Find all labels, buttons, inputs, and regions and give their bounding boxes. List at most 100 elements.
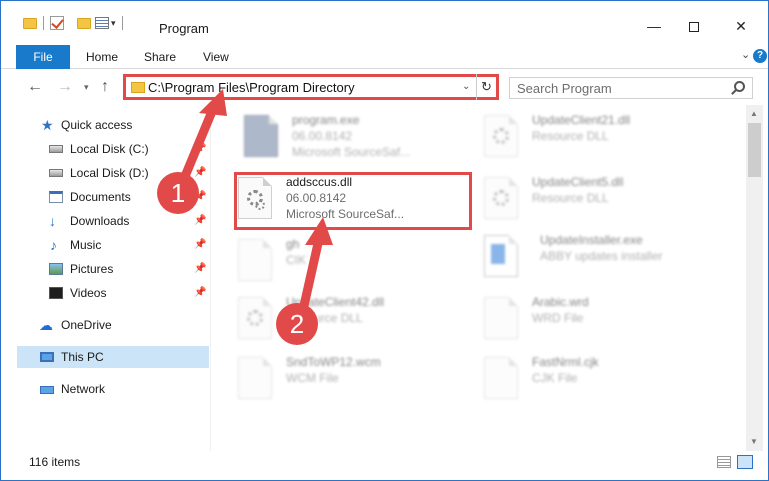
sidebar-item-network[interactable]: Network: [1, 378, 209, 400]
recent-locations-chevron-icon[interactable]: ▾: [84, 82, 89, 93]
scroll-thumb[interactable]: [748, 123, 761, 177]
gear-icon: [247, 310, 263, 326]
callout-badge-2: 2: [276, 303, 318, 345]
file-type: Resource DLL: [532, 129, 609, 143]
file-item-updateclient21-dll[interactable]: UpdateClient21.dll Resource DLL: [484, 113, 724, 165]
sidebar-item-label: Music: [70, 238, 102, 252]
ribbon-tabs: File Home Share View ⌄ ?: [1, 45, 768, 69]
up-button[interactable]: ↑: [101, 78, 109, 96]
drive-icon: [49, 169, 63, 177]
close-button[interactable]: ✕: [726, 13, 756, 39]
sidebar-item-quick-access[interactable]: ★ Quick access: [1, 114, 209, 136]
maximize-button[interactable]: [679, 13, 709, 39]
callout-badge-1: 1: [157, 172, 199, 214]
videos-icon: [49, 287, 63, 299]
installer-icon: [484, 235, 518, 277]
forward-button[interactable]: →: [57, 78, 73, 96]
sidebar-item-label: Pictures: [70, 262, 114, 276]
pin-icon[interactable]: 📌: [194, 138, 206, 160]
sidebar-item-label: Downloads: [70, 214, 130, 228]
properties-icon[interactable]: [95, 17, 109, 29]
new-folder-icon[interactable]: [77, 17, 91, 29]
pin-icon[interactable]: 📌: [194, 210, 206, 232]
sidebar-item-this-pc[interactable]: This PC: [17, 346, 209, 368]
documents-icon: [49, 191, 63, 203]
file-name: UpdateClient5.dll: [532, 175, 624, 189]
file-name: gh: [286, 237, 300, 251]
pin-icon[interactable]: 📌: [194, 282, 206, 304]
tab-home[interactable]: Home: [86, 45, 118, 69]
dll-file-icon: [484, 177, 518, 219]
file-item-gh[interactable]: gh CIK: [238, 237, 478, 289]
sidebar-item-label: Quick access: [61, 118, 133, 132]
sidebar-item-label: Local Disk (D:): [70, 166, 149, 180]
vertical-scrollbar[interactable]: ▲ ▼: [746, 105, 763, 451]
file-item-updateclient42-dll[interactable]: UpdateClient42.dll Resource DLL: [238, 295, 478, 347]
sidebar-item-pictures[interactable]: Pictures 📌: [1, 258, 209, 280]
details-view-icon[interactable]: [717, 456, 731, 468]
sidebar-item-music[interactable]: ♪ Music 📌: [1, 234, 209, 256]
tab-view[interactable]: View: [203, 45, 229, 69]
file-item-arabic-wrd[interactable]: Arabic.wrd WRD File: [484, 295, 724, 347]
minimize-button[interactable]: —: [639, 13, 669, 39]
file-item-program-exe[interactable]: program.exe 06.00.8142 Microsoft SourceS…: [244, 113, 484, 165]
scroll-down-icon[interactable]: ▼: [750, 437, 758, 446]
file-name: FastNrml.cjk: [532, 355, 599, 369]
pin-icon[interactable]: 📌: [194, 234, 206, 256]
scroll-up-icon[interactable]: ▲: [750, 109, 758, 118]
help-icon[interactable]: ?: [753, 49, 767, 63]
generic-file-icon: [484, 297, 518, 339]
exe-file-icon: [244, 115, 278, 157]
file-description: Microsoft SourceSaf...: [292, 145, 411, 159]
title-bar: ▾ Program — ✕: [1, 1, 768, 41]
file-description: ABBY updates installer: [540, 249, 663, 263]
address-bar[interactable]: C:\Program Files\Program Directory ⌄ ↻: [123, 74, 499, 100]
sidebar-item-label: Network: [61, 382, 106, 396]
customize-toolbar-chevron-icon[interactable]: ▾: [111, 18, 116, 29]
file-item-updateclient5-dll[interactable]: UpdateClient5.dll Resource DLL: [484, 175, 724, 227]
tab-file[interactable]: File: [16, 45, 70, 69]
toolbar-divider: [121, 16, 123, 30]
properties-check-icon[interactable]: [50, 16, 64, 30]
navigation-pane: ★ Quick access Local Disk (C:) 📌 Local D…: [1, 109, 211, 451]
sidebar-item-label: OneDrive: [61, 318, 112, 332]
expand-ribbon-chevron-icon[interactable]: ⌄: [741, 48, 750, 61]
music-icon: ♪: [50, 237, 57, 253]
window-title: Program: [159, 21, 209, 36]
sidebar-item-label: Videos: [70, 286, 107, 300]
sidebar-item-videos[interactable]: Videos 📌: [1, 282, 209, 304]
sidebar-item-onedrive[interactable]: ☁ OneDrive: [1, 314, 209, 336]
file-version: 06.00.8142: [292, 129, 353, 143]
search-icon[interactable]: [734, 81, 745, 92]
folder-icon: [23, 17, 37, 29]
tab-share[interactable]: Share: [144, 45, 176, 69]
sidebar-item-local-disk-c[interactable]: Local Disk (C:) 📌: [1, 138, 209, 160]
cloud-icon: ☁: [39, 317, 53, 333]
gear-icon: [493, 128, 509, 144]
file-item-sndtowp12-wcm[interactable]: SndToWP12.wcm WCM File: [238, 355, 478, 407]
drive-icon: [49, 145, 63, 153]
refresh-button[interactable]: ↻: [476, 74, 496, 100]
file-type: WRD File: [532, 311, 584, 325]
sidebar-item-label: This PC: [61, 350, 104, 364]
item-count: 116 items: [29, 455, 81, 469]
quick-access-toolbar: ▾: [23, 16, 129, 30]
gear-icon: [493, 190, 509, 206]
pin-icon[interactable]: 📌: [194, 258, 206, 280]
sidebar-item-label: Documents: [70, 190, 131, 204]
address-history-chevron-icon[interactable]: ⌄: [462, 81, 470, 92]
back-button[interactable]: ←: [27, 78, 43, 96]
file-item-updateinstaller-exe[interactable]: UpdateInstaller.exe ABBY updates install…: [484, 233, 724, 285]
file-item-fastnrml-cjk[interactable]: FastNrml.cjk CJK File: [484, 355, 724, 407]
address-path[interactable]: C:\Program Files\Program Directory: [148, 80, 355, 95]
dll-file-icon: [484, 115, 518, 157]
search-input[interactable]: Search Program: [509, 77, 753, 99]
pin-icon[interactable]: 📌: [194, 162, 206, 184]
tiles-view-icon[interactable]: [737, 455, 753, 469]
download-icon: ↓: [49, 213, 56, 229]
file-name: SndToWP12.wcm: [286, 355, 381, 369]
file-name: UpdateClient21.dll: [532, 113, 631, 127]
pictures-icon: [49, 263, 63, 275]
maximize-icon: [689, 22, 699, 33]
network-icon: [40, 386, 54, 394]
